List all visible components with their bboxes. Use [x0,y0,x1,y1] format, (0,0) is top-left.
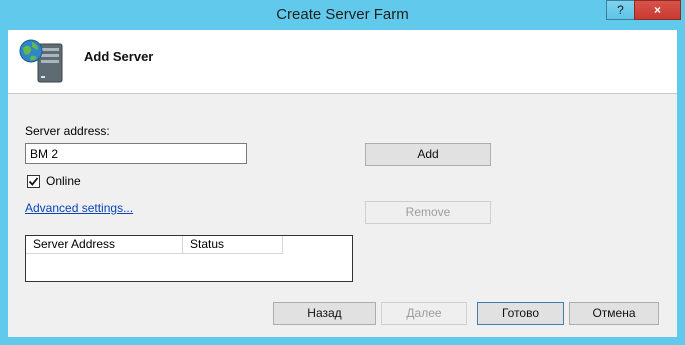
window-title: Create Server Farm [276,6,409,23]
dialog-content: Add Server Server address: Online Advanc… [8,30,677,337]
close-button[interactable]: × [634,0,681,20]
wizard-header: Add Server [8,30,677,94]
back-button[interactable]: Назад [273,302,376,325]
cancel-button[interactable]: Отмена [569,302,659,325]
online-checkbox[interactable] [27,175,40,188]
add-button[interactable]: Add [365,143,491,166]
title-bar[interactable]: Create Server Farm ? × [0,0,685,30]
online-label: Online [46,174,81,188]
finish-button[interactable]: Готово [477,302,564,325]
server-globe-icon [18,36,66,88]
next-button[interactable]: Далее [381,302,467,325]
advanced-settings-link[interactable]: Advanced settings... [25,201,133,215]
dialog-window: Create Server Farm ? × Add Server Server… [0,0,685,345]
column-header-server-address[interactable]: Server Address [26,236,183,254]
column-header-status[interactable]: Status [183,236,283,254]
page-title: Add Server [84,49,154,64]
server-address-input[interactable] [25,143,247,164]
remove-button[interactable]: Remove [365,201,491,224]
help-button[interactable]: ? [606,0,635,20]
server-list[interactable]: Server Address Status [25,235,353,282]
server-address-label: Server address: [25,124,110,138]
